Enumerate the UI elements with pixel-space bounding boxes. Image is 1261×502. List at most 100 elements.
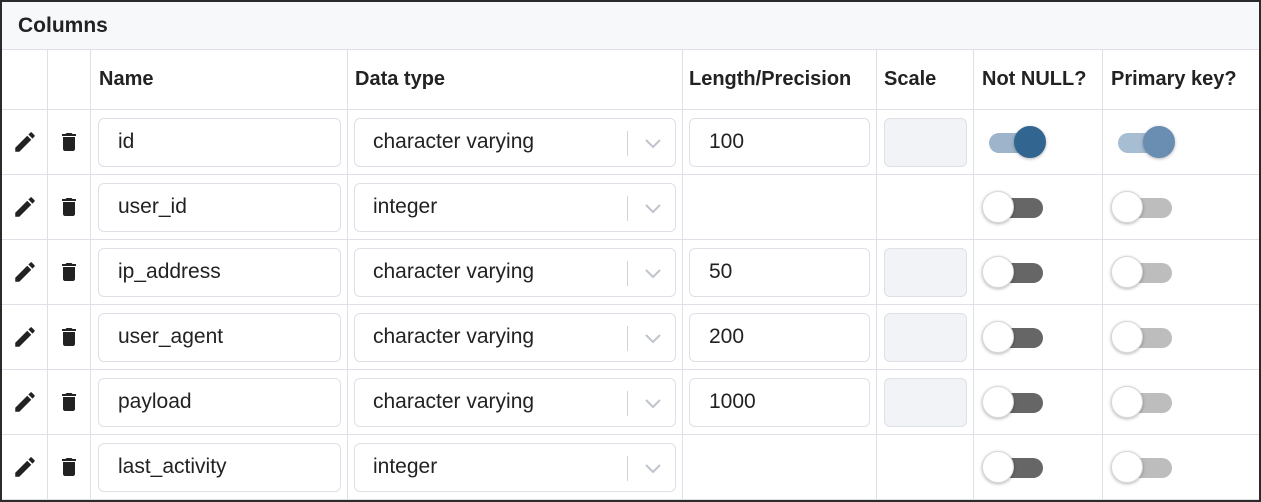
scale-input[interactable] (884, 247, 967, 297)
chevron-down-icon[interactable] (642, 134, 664, 152)
chevron-down-icon[interactable] (642, 264, 664, 282)
not-null-toggle[interactable] (982, 319, 1046, 355)
toggle-thumb (1111, 451, 1143, 483)
pencil-icon[interactable] (12, 324, 38, 350)
edit-cell (2, 370, 48, 434)
column-name-input[interactable]: last_activity (98, 442, 341, 492)
data-type-value: character varying (373, 130, 535, 153)
data-type-value: character varying (373, 390, 535, 413)
column-name-input[interactable]: user_id (98, 182, 341, 232)
scale-input[interactable] (884, 117, 967, 167)
data-type-select[interactable]: character varying (354, 312, 676, 362)
trash-icon[interactable] (57, 323, 81, 351)
data-type-value: integer (373, 455, 438, 478)
length-input[interactable]: 1000 (689, 377, 870, 427)
not-null-cell (974, 240, 1103, 304)
header-not-null: Not NULL? (974, 50, 1103, 109)
primary-key-toggle[interactable] (1111, 189, 1175, 225)
data-type-select[interactable]: character varying (354, 247, 676, 297)
name-cell: user_id (91, 175, 348, 239)
trash-icon[interactable] (57, 258, 81, 286)
delete-cell (48, 435, 91, 499)
length-value: 1000 (709, 390, 756, 413)
trash-icon[interactable] (57, 388, 81, 416)
not-null-toggle[interactable] (982, 254, 1046, 290)
name-cell: last_activity (91, 435, 348, 499)
scale-input[interactable] (884, 312, 967, 362)
toggle-thumb (1143, 126, 1175, 158)
pencil-icon[interactable] (12, 129, 38, 155)
not-null-cell (974, 435, 1103, 499)
column-name-input[interactable]: user_agent (98, 312, 341, 362)
header-data-type: Data type (348, 50, 683, 109)
header-primary-key: Primary key? (1111, 68, 1237, 90)
length-cell: 100 (683, 110, 877, 174)
column-header-row: Name Data type Length/Precision Scale No… (2, 50, 1259, 110)
trash-icon[interactable] (57, 453, 81, 481)
trash-icon[interactable] (57, 128, 81, 156)
column-row-0: id character varying 100 (2, 110, 1259, 175)
delete-cell (48, 110, 91, 174)
delete-cell (48, 175, 91, 239)
length-input[interactable]: 50 (689, 247, 870, 297)
column-name-input[interactable]: ip_address (98, 247, 341, 297)
name-cell: ip_address (91, 240, 348, 304)
length-input[interactable]: 100 (689, 117, 870, 167)
header-edit-col (2, 50, 48, 109)
pencil-icon[interactable] (12, 389, 38, 415)
not-null-toggle[interactable] (982, 189, 1046, 225)
data-type-value: character varying (373, 260, 535, 283)
scale-cell (877, 435, 974, 499)
primary-key-toggle[interactable] (1111, 124, 1175, 160)
not-null-cell (974, 175, 1103, 239)
length-input[interactable]: 200 (689, 312, 870, 362)
data-type-select[interactable]: integer (354, 442, 676, 492)
primary-key-cell (1103, 110, 1259, 174)
length-value: 200 (709, 325, 745, 348)
toggle-thumb (982, 451, 1014, 483)
toggle-thumb (982, 386, 1014, 418)
select-divider (627, 195, 628, 221)
edit-cell (2, 175, 48, 239)
trash-icon[interactable] (57, 193, 81, 221)
primary-key-toggle[interactable] (1111, 384, 1175, 420)
column-row-2: ip_address character varying 50 (2, 240, 1259, 305)
toggle-thumb (982, 321, 1014, 353)
chevron-down-icon[interactable] (642, 459, 664, 477)
pencil-icon[interactable] (12, 194, 38, 220)
name-cell: user_agent (91, 305, 348, 369)
toggle-thumb (1111, 256, 1143, 288)
toggle-thumb (1111, 191, 1143, 223)
primary-key-cell (1103, 240, 1259, 304)
column-name-value: user_id (118, 195, 187, 218)
scale-input[interactable] (884, 377, 967, 427)
chevron-down-icon[interactable] (642, 329, 664, 347)
column-rows: id character varying 100 user_id integer… (2, 110, 1259, 500)
column-name-input[interactable]: payload (98, 377, 341, 427)
primary-key-toggle[interactable] (1111, 319, 1175, 355)
delete-cell (48, 370, 91, 434)
not-null-cell (974, 110, 1103, 174)
primary-key-cell (1103, 370, 1259, 434)
primary-key-toggle[interactable] (1111, 254, 1175, 290)
chevron-down-icon[interactable] (642, 394, 664, 412)
pencil-icon[interactable] (12, 259, 38, 285)
scale-cell (877, 305, 974, 369)
length-value: 50 (709, 260, 733, 283)
data-type-select[interactable]: character varying (354, 377, 676, 427)
edit-cell (2, 435, 48, 499)
pencil-icon[interactable] (12, 454, 38, 480)
data-type-value: character varying (373, 325, 535, 348)
not-null-toggle[interactable] (982, 449, 1046, 485)
data-type-select[interactable]: integer (354, 182, 676, 232)
primary-key-cell (1103, 175, 1259, 239)
data-type-cell: character varying (348, 240, 683, 304)
column-name-input[interactable]: id (98, 117, 341, 167)
not-null-toggle[interactable] (982, 384, 1046, 420)
data-type-select[interactable]: character varying (354, 117, 676, 167)
primary-key-toggle[interactable] (1111, 449, 1175, 485)
not-null-toggle[interactable] (982, 124, 1046, 160)
toggle-thumb (1014, 126, 1046, 158)
chevron-down-icon[interactable] (642, 199, 664, 217)
header-length-precision: Length/Precision (683, 50, 877, 109)
